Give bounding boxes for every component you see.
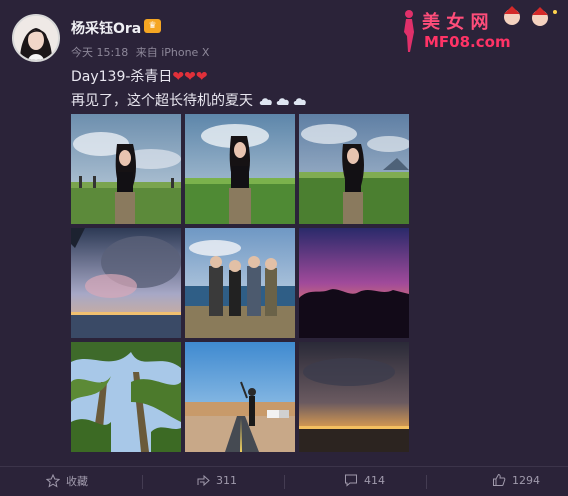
cloud-icon — [277, 98, 290, 105]
photo-thumbnail[interactable] — [71, 228, 181, 338]
woman-silhouette-icon — [404, 10, 414, 52]
photo-thumbnail[interactable] — [299, 228, 409, 338]
vip-badge-icon: ♛ — [144, 19, 161, 33]
post-time[interactable]: 今天 15:18 — [71, 46, 128, 59]
post-source[interactable]: 来自 iPhone X — [136, 46, 210, 59]
action-bar: 收藏 311 414 1294 — [0, 466, 568, 496]
star-icon — [46, 474, 60, 488]
favorite-button[interactable]: 收藏 — [46, 473, 88, 489]
photo-thumbnail[interactable] — [71, 114, 181, 224]
watermark-title: 美 女 网 — [422, 12, 489, 33]
avatar-photo — [14, 16, 58, 60]
comment-button[interactable]: 414 — [344, 473, 385, 487]
photo-thumbnail[interactable] — [299, 114, 409, 224]
comment-icon — [345, 474, 357, 487]
like-button[interactable]: 1294 — [492, 473, 540, 487]
thumbs-up-icon — [493, 473, 506, 486]
photo-thumbnail[interactable] — [185, 114, 295, 224]
photo-thumbnail[interactable] — [299, 342, 409, 452]
santa-decoration-icon — [504, 6, 557, 26]
photo-grid — [71, 114, 409, 452]
post-text-line2: 再见了，这个超长待机的夏天 — [71, 90, 308, 110]
post-text-line1: Day139-杀青日❤❤❤ — [71, 66, 208, 86]
weibo-post: 杨采钰Ora ♛ 今天 15:18 来自 iPhone X Day139-杀青日… — [0, 0, 568, 496]
photo-thumbnail[interactable] — [185, 228, 295, 338]
photo-thumbnail[interactable] — [71, 342, 181, 452]
avatar[interactable] — [12, 14, 60, 62]
post-body-text: 再见了，这个超长待机的夏天 — [71, 93, 253, 109]
share-count: 311 — [216, 473, 237, 487]
photo-thumbnail[interactable] — [185, 342, 295, 452]
watermark-url: MF08.com — [424, 33, 511, 51]
post-meta: 今天 15:18 来自 iPhone X — [71, 44, 209, 60]
favorite-label: 收藏 — [66, 475, 88, 488]
like-count: 1294 — [512, 473, 540, 487]
comment-count: 414 — [364, 473, 385, 487]
post-title-text: Day139-杀青日 — [71, 69, 173, 85]
share-icon — [197, 474, 210, 487]
cloud-icon — [260, 98, 273, 105]
site-watermark: 美 女 网 MF08.com — [396, 6, 564, 56]
cloud-icon — [294, 98, 307, 105]
heart-icon: ❤❤❤ — [172, 69, 208, 85]
share-button[interactable]: 311 — [196, 473, 237, 487]
username[interactable]: 杨采钰Ora — [71, 18, 141, 38]
